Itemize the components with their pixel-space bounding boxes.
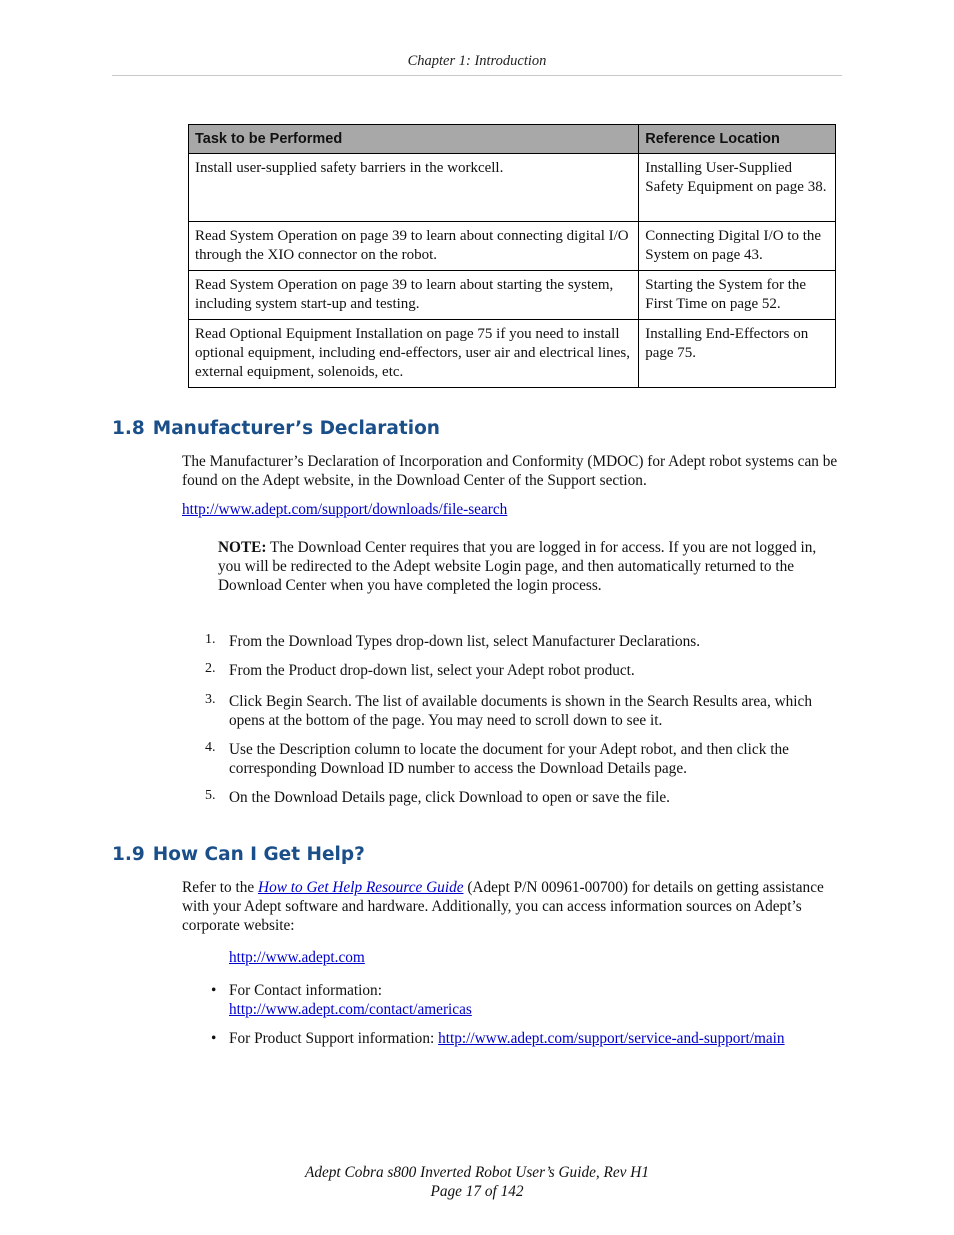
intro-prefix: Refer to the <box>182 879 259 896</box>
file-search-link-line: http://www.adept.com/support/downloads/f… <box>182 500 842 519</box>
task-reference-table: Task to be Performed Reference Location … <box>187 124 836 388</box>
list-item: • For Product Support information: http:… <box>182 1029 789 1048</box>
help-resource-guide-link[interactable]: How to Get Help Resource Guide <box>258 879 463 896</box>
list-item: 2. From the Product drop-down list, selec… <box>182 661 842 680</box>
column-header-task: Task to be Performed <box>187 124 640 154</box>
reference-cell: Installing End-Effectors on page 75. <box>638 319 836 388</box>
header-divider <box>112 75 842 76</box>
section-number: 1.8 <box>112 418 145 439</box>
table-row: Install user-supplied safety barriers in… <box>187 153 836 222</box>
bullet-icon: • <box>211 982 217 999</box>
bullet-label: For Contact information: <box>229 982 382 999</box>
file-search-link[interactable]: http://www.adept.com/support/downloads/f… <box>182 501 507 518</box>
mdoc-intro-paragraph: The Manufacturer’s Declaration of Incorp… <box>182 453 838 489</box>
bullet-label: For Product Support information: <box>229 1030 439 1047</box>
list-item: 4. Use the Description column to locate t… <box>182 740 842 778</box>
step-text: Click Begin Search. The list of availabl… <box>229 693 812 729</box>
contact-americas-link[interactable]: http://www.adept.com/contact/americas <box>229 1001 472 1018</box>
step-number: 5. <box>205 788 216 803</box>
page-footer: Adept Cobra s800 Inverted Robot User’s G… <box>0 1163 954 1201</box>
section-heading-1-9: 1.9 How Can I Get Help? <box>112 844 365 865</box>
step-number: 2. <box>205 661 216 676</box>
section-heading-1-8: 1.8 Manufacturer’s Declaration <box>112 418 440 439</box>
help-intro-paragraph: Refer to the How to Get Help Resource Gu… <box>182 878 842 935</box>
reference-cell: Starting the System for the First Time o… <box>638 270 836 320</box>
step-number: 3. <box>205 692 216 707</box>
reference-cell: Installing User-Supplied Safety Equipmen… <box>638 153 836 222</box>
download-center-note: NOTE: The Download Center requires that … <box>218 538 818 595</box>
list-item: 1. From the Download Types drop-down list… <box>182 632 842 651</box>
step-number: 1. <box>205 632 216 647</box>
footer-guide-title: Adept Cobra s800 Inverted Robot User’s G… <box>305 1164 649 1181</box>
step-text: On the Download Details page, click Down… <box>229 789 670 806</box>
section-title: How Can I Get Help? <box>152 844 365 865</box>
step-text: From the Product drop-down list, select … <box>229 662 635 679</box>
table-row: Read Optional Equipment Installation on … <box>187 319 836 388</box>
download-steps-list: 1. From the Download Types drop-down list… <box>182 632 842 817</box>
task-cell: Read System Operation on page 39 to lear… <box>187 270 640 320</box>
list-item: • For Contact information: http://www.ad… <box>182 981 842 1019</box>
footer-page-number: Page 17 of 142 <box>430 1183 524 1200</box>
task-cell: Install user-supplied safety barriers in… <box>187 153 640 222</box>
table-row: Read System Operation on page 39 to lear… <box>187 270 836 320</box>
note-label: NOTE: <box>218 539 267 556</box>
task-cell: Read System Operation on page 39 to lear… <box>187 221 640 271</box>
step-text: Use the Description column to locate the… <box>229 741 789 777</box>
task-cell: Read Optional Equipment Installation on … <box>187 319 640 388</box>
column-header-reference: Reference Location <box>638 124 836 154</box>
bullet-icon: • <box>211 1030 217 1047</box>
list-item: 3. Click Begin Search. The list of availa… <box>182 692 842 730</box>
reference-cell: Connecting Digital I/O to the System on … <box>638 221 836 271</box>
note-text: The Download Center requires that you ar… <box>218 539 817 594</box>
section-number: 1.9 <box>112 844 145 865</box>
table-header-row: Task to be Performed Reference Location <box>187 124 836 154</box>
help-links-list: • For Contact information: http://www.ad… <box>182 981 842 1058</box>
adept-home-link[interactable]: http://www.adept.com <box>229 949 365 966</box>
running-header: Chapter 1: Introduction <box>407 53 547 69</box>
table-row: Read System Operation on page 39 to lear… <box>187 221 836 271</box>
section-title: Manufacturer’s Declaration <box>152 418 440 439</box>
product-support-link[interactable]: http://www.adept.com/support/service-and… <box>438 1030 785 1047</box>
step-number: 4. <box>205 740 216 755</box>
list-item: 5. On the Download Details page, click Do… <box>182 788 842 807</box>
adept-home-link-line: http://www.adept.com <box>229 948 829 967</box>
step-text: From the Download Types drop-down list, … <box>229 633 701 650</box>
